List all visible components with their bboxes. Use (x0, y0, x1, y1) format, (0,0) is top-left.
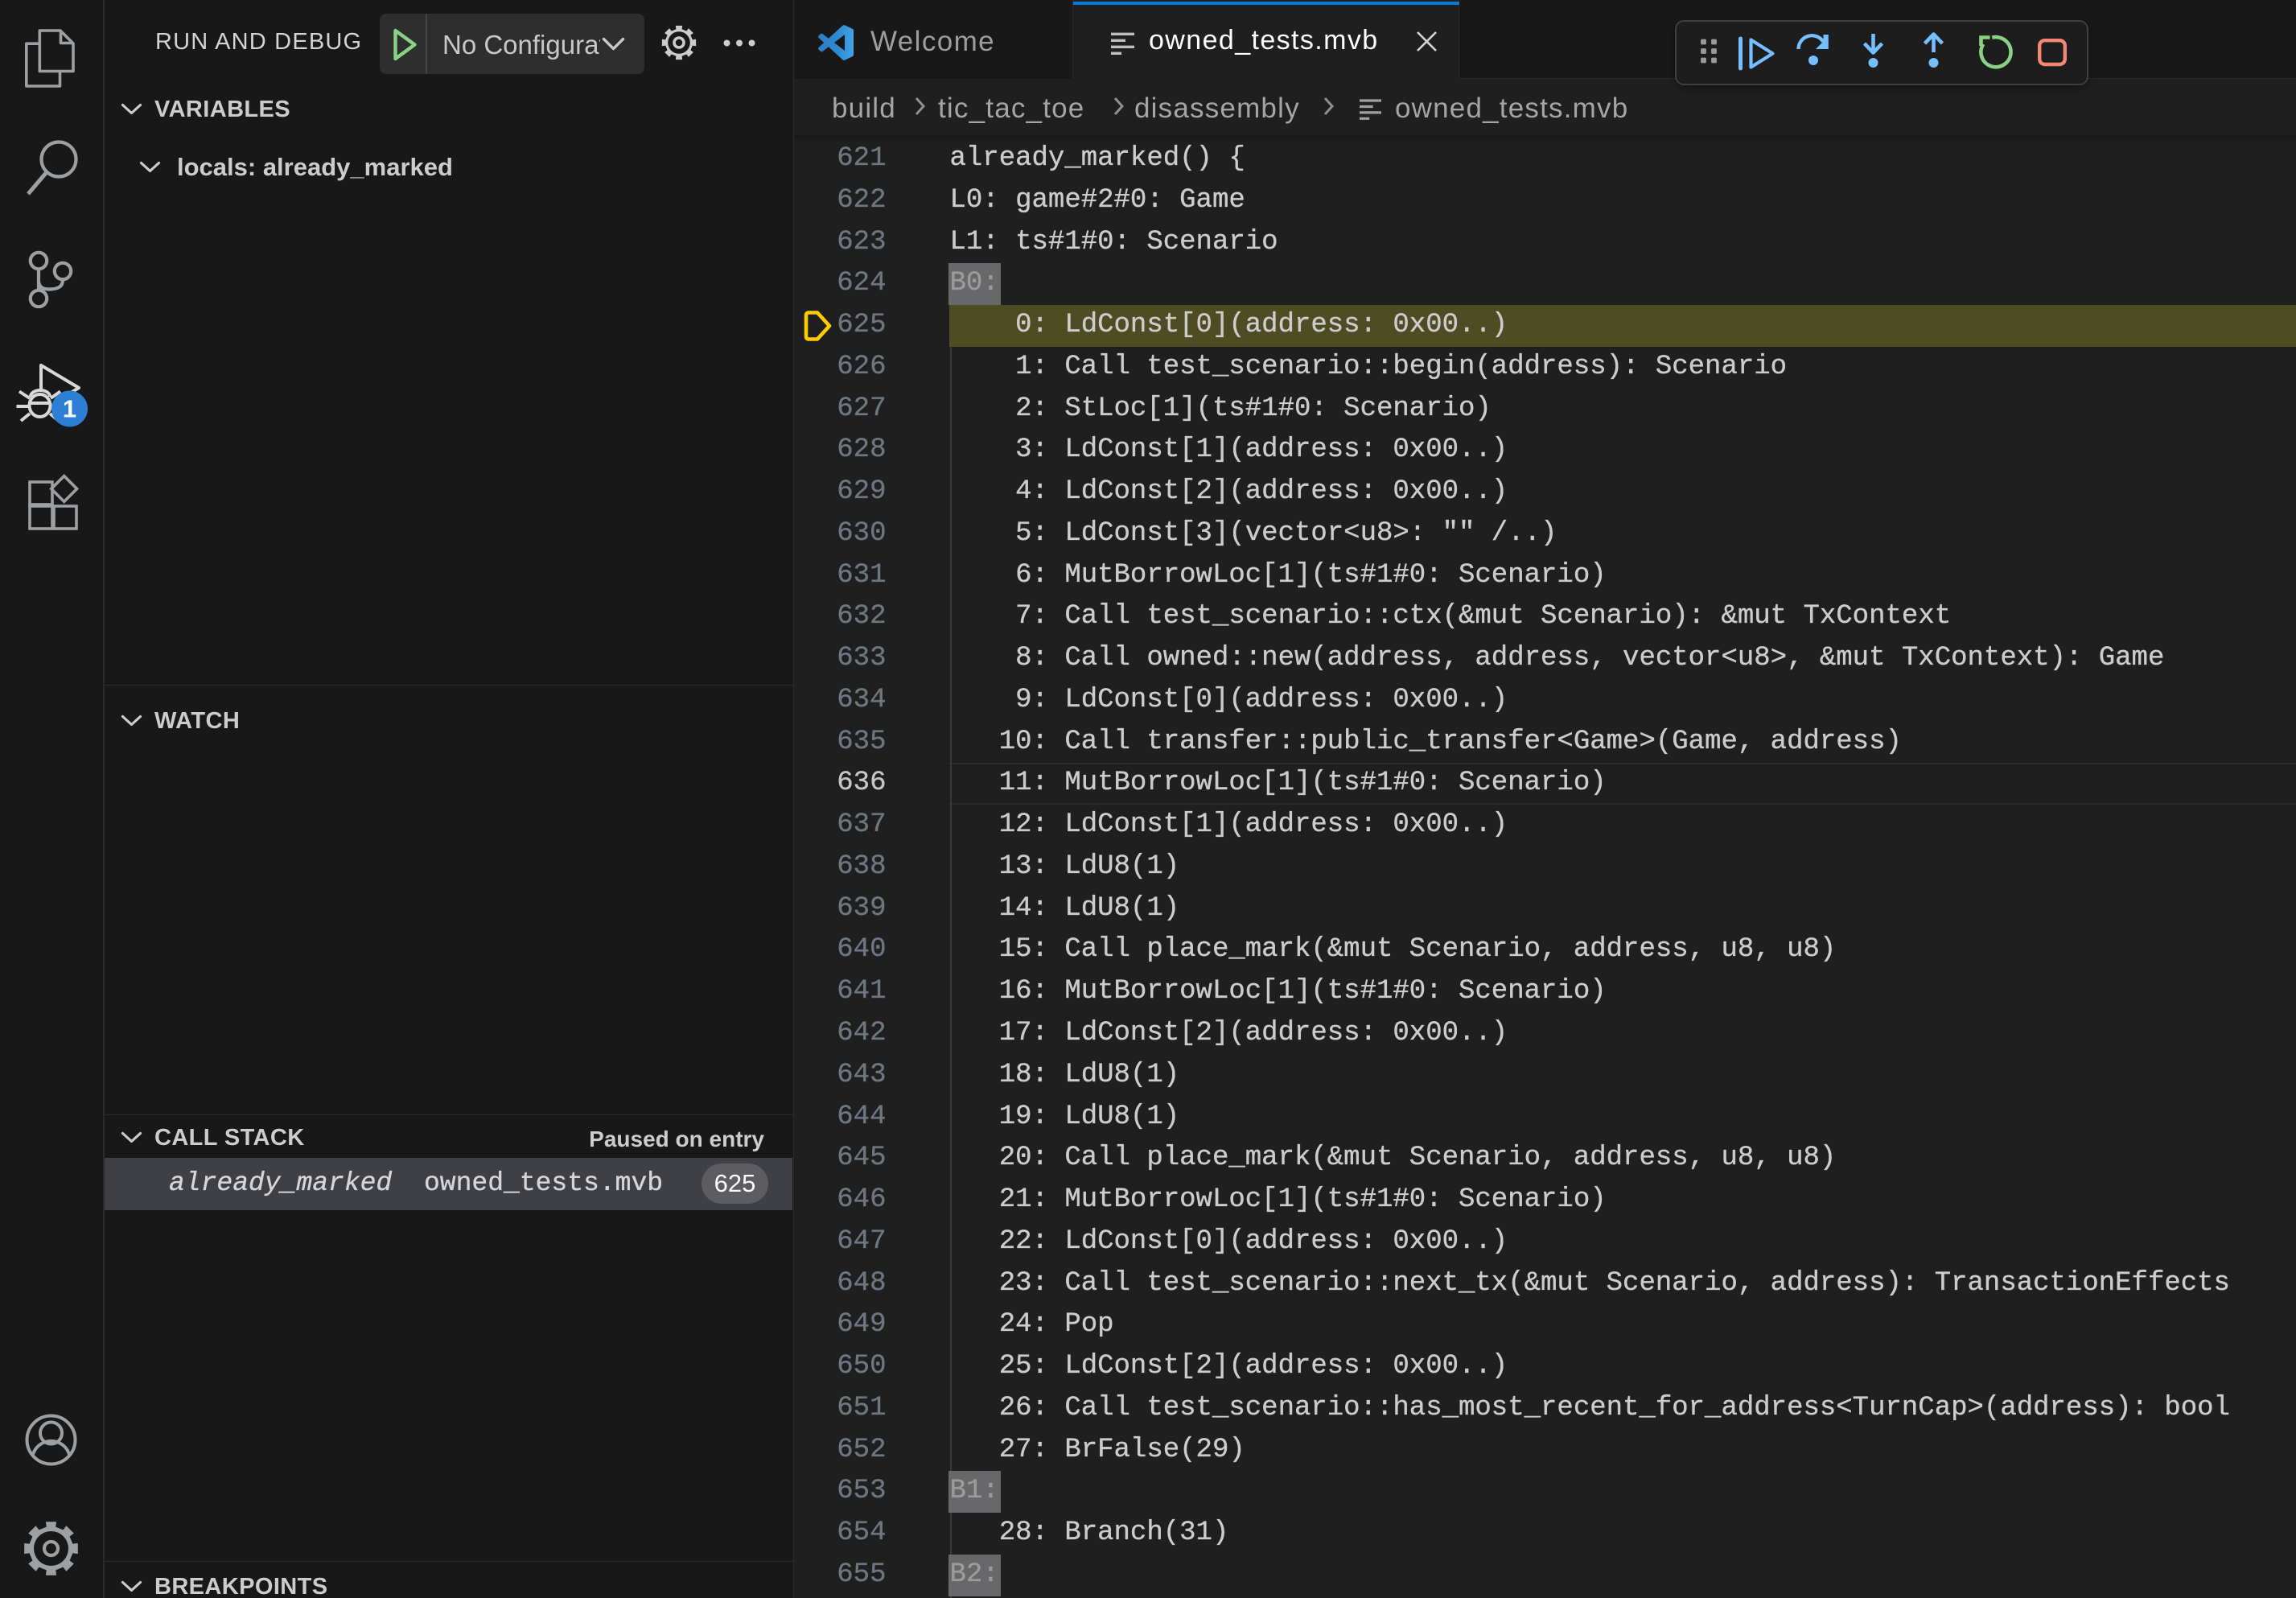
svg-text:1: 1 (63, 395, 76, 423)
